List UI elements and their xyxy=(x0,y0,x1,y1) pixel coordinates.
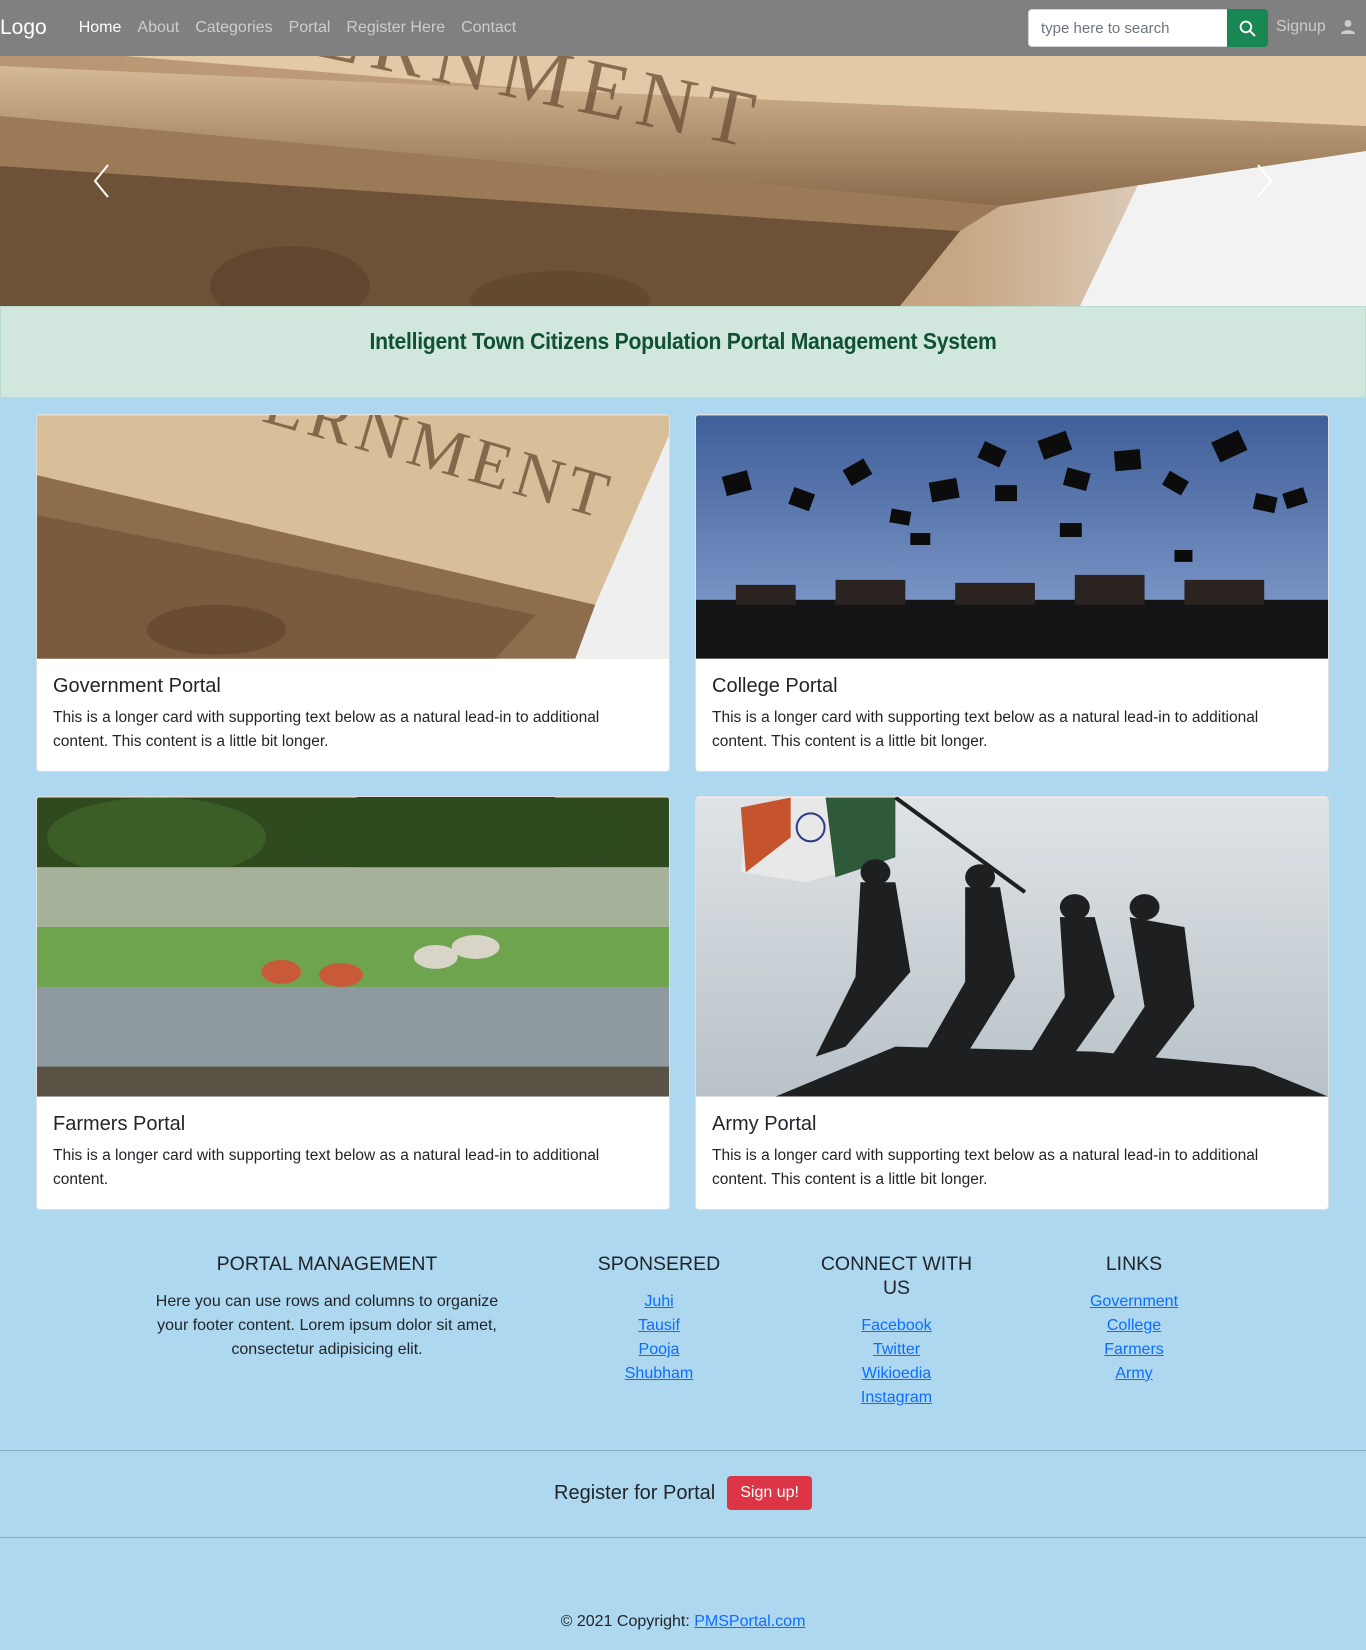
nav-register-here[interactable]: Register Here xyxy=(338,19,453,37)
nav-about[interactable]: About xyxy=(129,19,187,37)
card-text: This is a longer card with supporting te… xyxy=(53,1147,600,1188)
nav-home[interactable]: Home xyxy=(71,19,130,37)
footer-link-government[interactable]: Government xyxy=(1058,1290,1210,1314)
card-body: College Portal This is a longer card wit… xyxy=(696,659,1328,770)
signup-button[interactable]: Sign up! xyxy=(727,1476,812,1510)
card-text: This is a longer card with supporting te… xyxy=(53,709,600,750)
footer-link-tausif[interactable]: Tausif xyxy=(583,1314,735,1338)
footer-heading: LINKS xyxy=(1105,1253,1163,1275)
brand-logo[interactable]: Logo xyxy=(0,16,47,40)
footer-heading: SPONSERED xyxy=(597,1253,721,1275)
card-title: Army Portal xyxy=(712,1113,817,1135)
search-input[interactable] xyxy=(1028,9,1227,47)
card-government-portal[interactable]: GOVERNMENT Government Portal This is a l… xyxy=(36,414,670,772)
register-section: Register for Portal Sign up! xyxy=(0,1450,1366,1536)
nav-links: Home About Categories Portal Register He… xyxy=(71,19,525,37)
footer-link-farmers[interactable]: Farmers xyxy=(1058,1338,1210,1362)
footer-link-instagram[interactable]: Instagram xyxy=(814,1386,979,1410)
hero-carousel: GOVERNMENT xyxy=(0,56,1366,306)
card-text: This is a longer card with supporting te… xyxy=(712,709,1259,750)
footer-portal-management: PORTAL MANAGEMENT Here you can use rows … xyxy=(150,1252,504,1362)
footer-sponsered: SPONSERED Juhi Tausif Pooja Shubham xyxy=(583,1252,735,1386)
search-button[interactable] xyxy=(1227,9,1268,47)
footer-links: LINKS Government College Farmers Army xyxy=(1058,1252,1210,1386)
copyright-text: © 2021 Copyright: xyxy=(560,1613,695,1630)
footer-link-pooja[interactable]: Pooja xyxy=(583,1338,735,1362)
card-body: Army Portal This is a longer card with s… xyxy=(696,1097,1328,1208)
search-form xyxy=(1028,9,1268,47)
card-title: College Portal xyxy=(712,675,838,697)
card-body: Government Portal This is a longer card … xyxy=(37,659,669,770)
footer-connect-with-us: CONNECT WITH US Facebook Twitter Wikioed… xyxy=(814,1252,979,1410)
footer-link-twitter[interactable]: Twitter xyxy=(814,1338,979,1362)
copyright: © 2021 Copyright: PMSPortal.com xyxy=(0,1613,1366,1631)
card-government-image: GOVERNMENT xyxy=(37,415,669,659)
copyright-link[interactable]: PMSPortal.com xyxy=(694,1613,805,1630)
card-army-image xyxy=(696,797,1328,1097)
footer-link-college[interactable]: College xyxy=(1058,1314,1210,1338)
search-icon xyxy=(1239,20,1256,36)
navbar: Logo Home About Categories Portal Regist… xyxy=(0,0,1366,56)
nav-categories[interactable]: Categories xyxy=(187,19,280,37)
hero-image: GOVERNMENT xyxy=(0,56,1366,306)
signup-link[interactable]: Signup xyxy=(1276,18,1326,36)
card-title: Government Portal xyxy=(53,675,221,697)
carousel-prev-icon[interactable] xyxy=(92,163,112,199)
footer-link-facebook[interactable]: Facebook xyxy=(814,1314,979,1338)
card-college-image xyxy=(696,415,1328,659)
card-title: Farmers Portal xyxy=(53,1113,186,1135)
card-body: Farmers Portal This is a longer card wit… xyxy=(37,1097,669,1208)
nav-contact[interactable]: Contact xyxy=(453,19,524,37)
card-army-portal[interactable]: Army Portal This is a longer card with s… xyxy=(695,796,1329,1210)
footer-link-wikioedia[interactable]: Wikioedia xyxy=(814,1362,979,1386)
footer-link-shubham[interactable]: Shubham xyxy=(583,1362,735,1386)
register-text: Register for Portal xyxy=(554,1481,716,1504)
footer-heading: CONNECT WITH US xyxy=(820,1253,973,1299)
user-icon[interactable] xyxy=(1341,19,1355,35)
footer-heading: PORTAL MANAGEMENT xyxy=(216,1253,438,1275)
card-college-portal[interactable]: College Portal This is a longer card wit… xyxy=(695,414,1329,772)
footer-divider xyxy=(0,1537,1366,1538)
footer-link-juhi[interactable]: Juhi xyxy=(583,1290,735,1314)
footer-text: Here you can use rows and columns to org… xyxy=(155,1293,499,1358)
title-banner: Intelligent Town Citizens Population Por… xyxy=(0,306,1366,398)
footer-link-army[interactable]: Army xyxy=(1058,1362,1210,1386)
card-text: This is a longer card with supporting te… xyxy=(712,1147,1259,1188)
page-title: Intelligent Town Citizens Population Por… xyxy=(369,328,997,354)
carousel-next-icon[interactable] xyxy=(1254,163,1274,199)
nav-portal[interactable]: Portal xyxy=(281,19,339,37)
card-farmers-portal[interactable]: Farmers Portal This is a longer card wit… xyxy=(36,796,670,1210)
card-farmers-image xyxy=(37,797,669,1097)
